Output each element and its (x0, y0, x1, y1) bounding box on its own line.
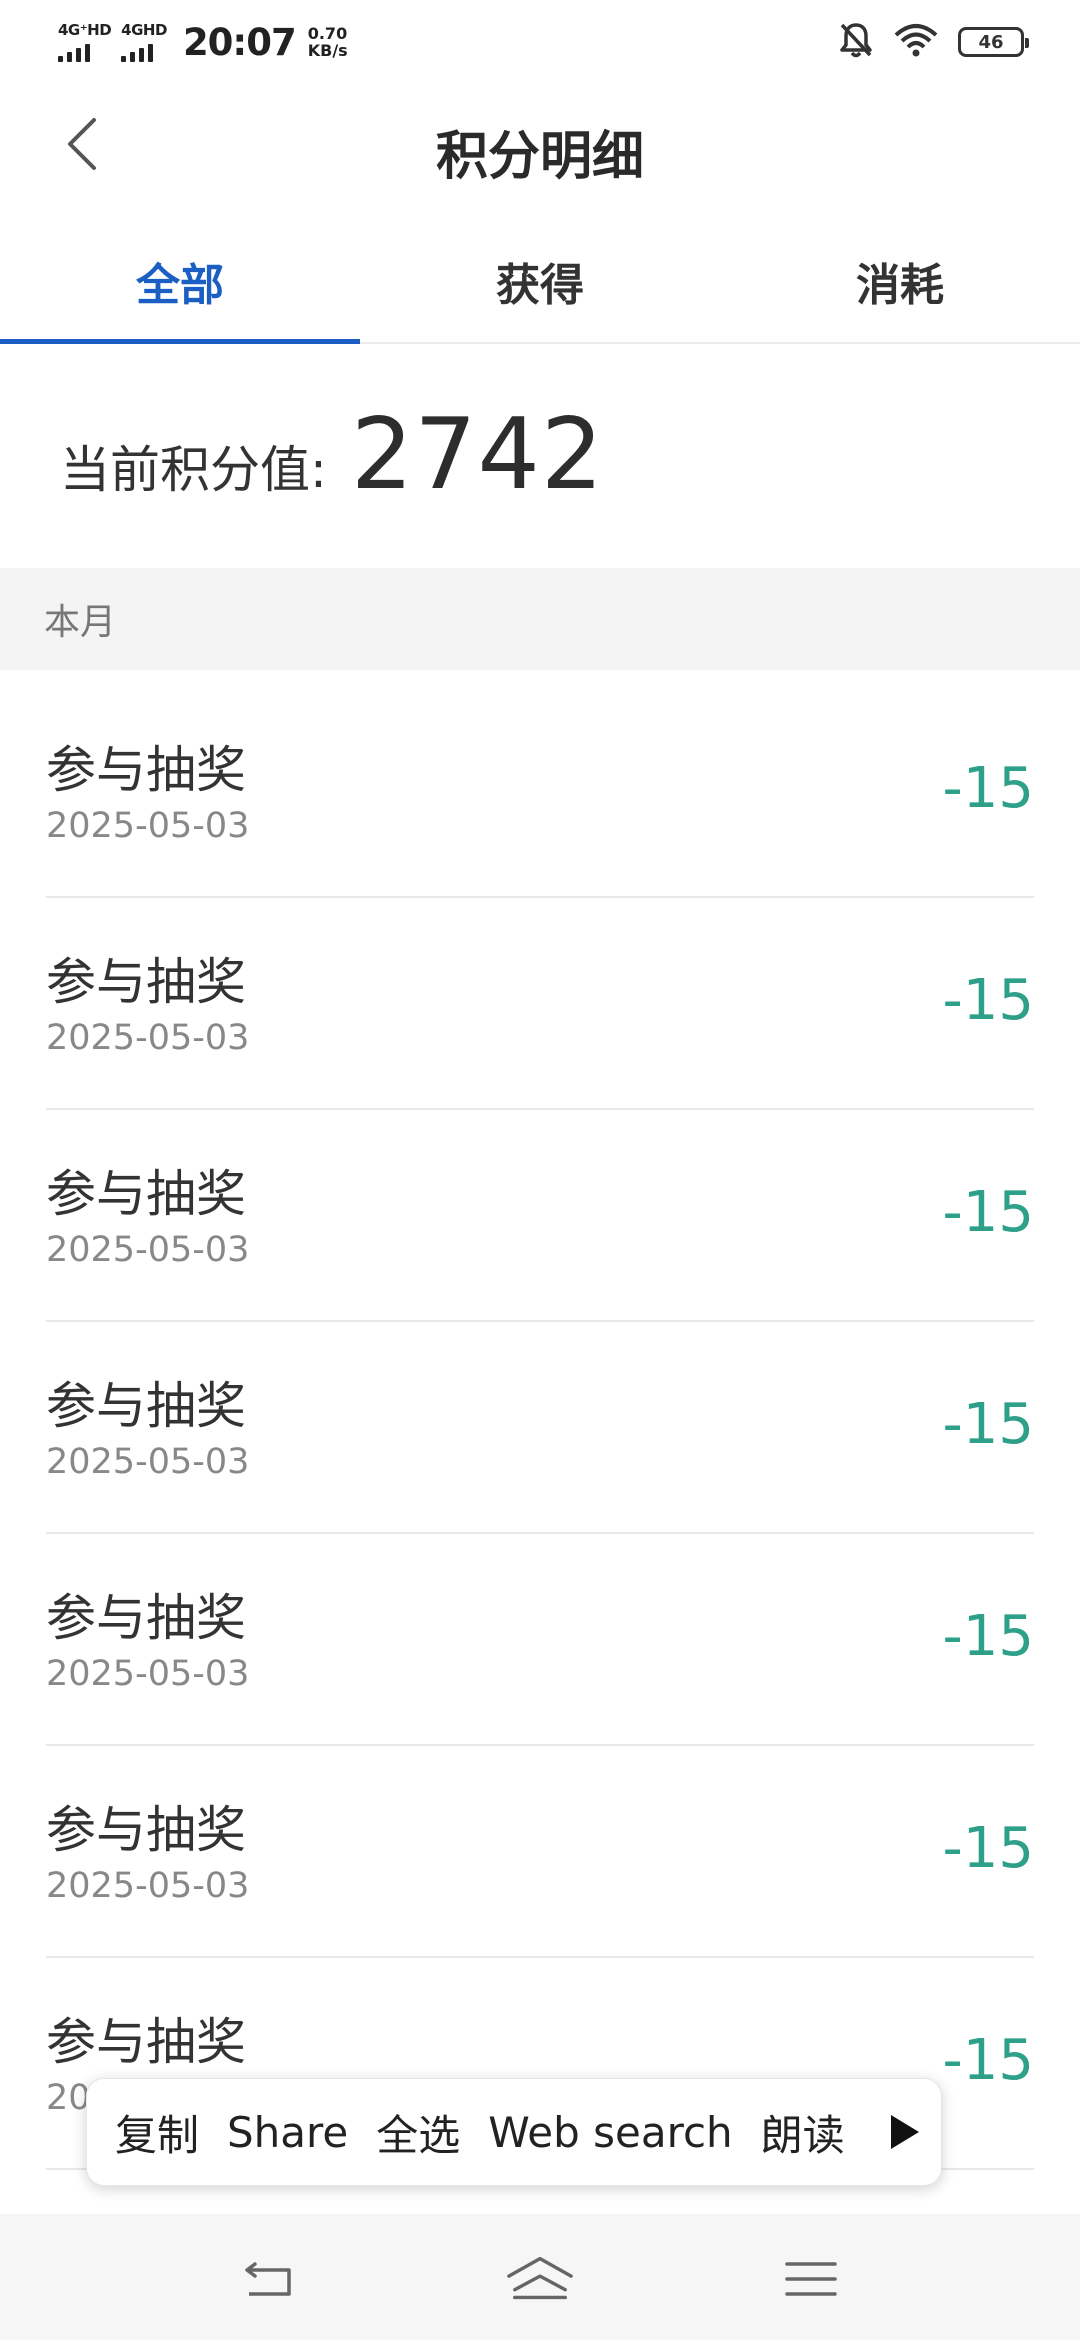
copy-button[interactable]: 复制 (87, 2102, 213, 2163)
sim2-label: 4GHD (121, 20, 167, 39)
tab-earned[interactable]: 获得 (360, 220, 720, 342)
nav-back-icon (245, 2262, 291, 2296)
sim1-signal: 4G⁺HD (58, 20, 112, 62)
record-date: 2025-05-03 (46, 1442, 250, 1482)
month-section-header: 本月 (0, 568, 1080, 670)
battery-level: 46 (978, 31, 1004, 53)
record-date: 2025-05-03 (46, 1230, 250, 1270)
list-item[interactable]: 参与抽奖 2025-05-03 -15 (46, 686, 1034, 898)
record-title: 参与抽奖 (46, 1589, 246, 1647)
record-amount: -15 (942, 1392, 1034, 1457)
mute-bell-icon (838, 21, 874, 63)
system-nav-bar (0, 2214, 1080, 2340)
sim2-signal: 4GHD (121, 20, 167, 62)
nav-menu-button[interactable] (776, 2244, 846, 2314)
text-selection-menu: 复制 Share 全选 Web search 朗读 (86, 2078, 942, 2186)
record-date: 2025-05-03 (46, 1866, 250, 1906)
list-item[interactable]: 参与抽奖 2025-05-03 -15 (46, 1322, 1034, 1534)
tab-all[interactable]: 全部 (0, 220, 360, 344)
record-title: 参与抽奖 (46, 953, 246, 1011)
battery-icon: 46 (958, 27, 1029, 57)
list-item[interactable]: 参与抽奖 2025-05-03 -15 (46, 1746, 1034, 1958)
share-button[interactable]: Share (213, 2108, 362, 2157)
record-amount: -15 (942, 968, 1034, 1033)
record-date: 20 (46, 2078, 91, 2118)
read-aloud-button[interactable]: 朗读 (747, 2102, 859, 2163)
records-list: 参与抽奖 2025-05-03 -15 参与抽奖 2025-05-03 -15 … (0, 686, 1080, 2170)
nav-back-button[interactable] (234, 2244, 304, 2314)
clock: 20:07 (182, 20, 297, 64)
nav-home-icon (507, 2256, 573, 2300)
record-title: 参与抽奖 (46, 2013, 246, 2071)
record-date: 2025-05-03 (46, 1018, 250, 1058)
record-title: 参与抽奖 (46, 1165, 246, 1223)
record-date: 2025-05-03 (46, 1654, 250, 1694)
status-left: 4G⁺HD 4GHD 20:07 0.70 KB/s (58, 18, 348, 66)
points-summary: 当前积分值: 2742 (60, 380, 604, 530)
nav-home-button[interactable] (505, 2244, 575, 2314)
signal-bars-icon (121, 42, 154, 62)
status-bar: 4G⁺HD 4GHD 20:07 0.70 KB/s 46 (0, 0, 1080, 84)
record-amount: -15 (942, 1180, 1034, 1245)
record-title: 参与抽奖 (46, 1801, 246, 1859)
tab-spent[interactable]: 消耗 (720, 220, 1080, 342)
record-amount: -15 (942, 2028, 1034, 2093)
list-item[interactable]: 参与抽奖 2025-05-03 -15 (46, 898, 1034, 1110)
signal-bars-icon (58, 42, 90, 62)
record-amount: -15 (942, 756, 1034, 821)
more-arrow-icon[interactable] (891, 2115, 919, 2149)
app-root: 4G⁺HD 4GHD 20:07 0.70 KB/s 46 积分明细 全部 获得… (0, 0, 1080, 2340)
page-title: 积分明细 (435, 127, 644, 187)
wifi-icon (894, 23, 938, 61)
list-item[interactable]: 参与抽奖 2025-05-03 -15 (46, 1110, 1034, 1322)
filter-tabs: 全部 获得 消耗 (0, 220, 1080, 344)
record-title: 参与抽奖 (46, 741, 246, 799)
section-label: 本月 (44, 602, 117, 643)
list-item[interactable]: 参与抽奖 2025-05-03 -15 (46, 1534, 1034, 1746)
nav-menu-icon (785, 2262, 837, 2296)
speed-unit: KB/s (307, 41, 348, 60)
record-date: 2025-05-03 (46, 806, 250, 846)
network-speed: 0.70 KB/s (308, 25, 348, 59)
record-title: 参与抽奖 (46, 1377, 246, 1435)
speed-value: 0.70 (307, 24, 348, 43)
points-value: 2742 (350, 398, 605, 512)
title-bar: 积分明细 (0, 84, 1080, 204)
points-label: 当前积分值: (60, 441, 327, 499)
record-amount: -15 (942, 1816, 1034, 1881)
web-search-button[interactable]: Web search (474, 2108, 746, 2157)
select-all-button[interactable]: 全选 (362, 2102, 474, 2163)
status-right: 46 (838, 20, 1029, 64)
record-amount: -15 (942, 1604, 1034, 1669)
sim1-label: 4G⁺HD (58, 20, 112, 39)
